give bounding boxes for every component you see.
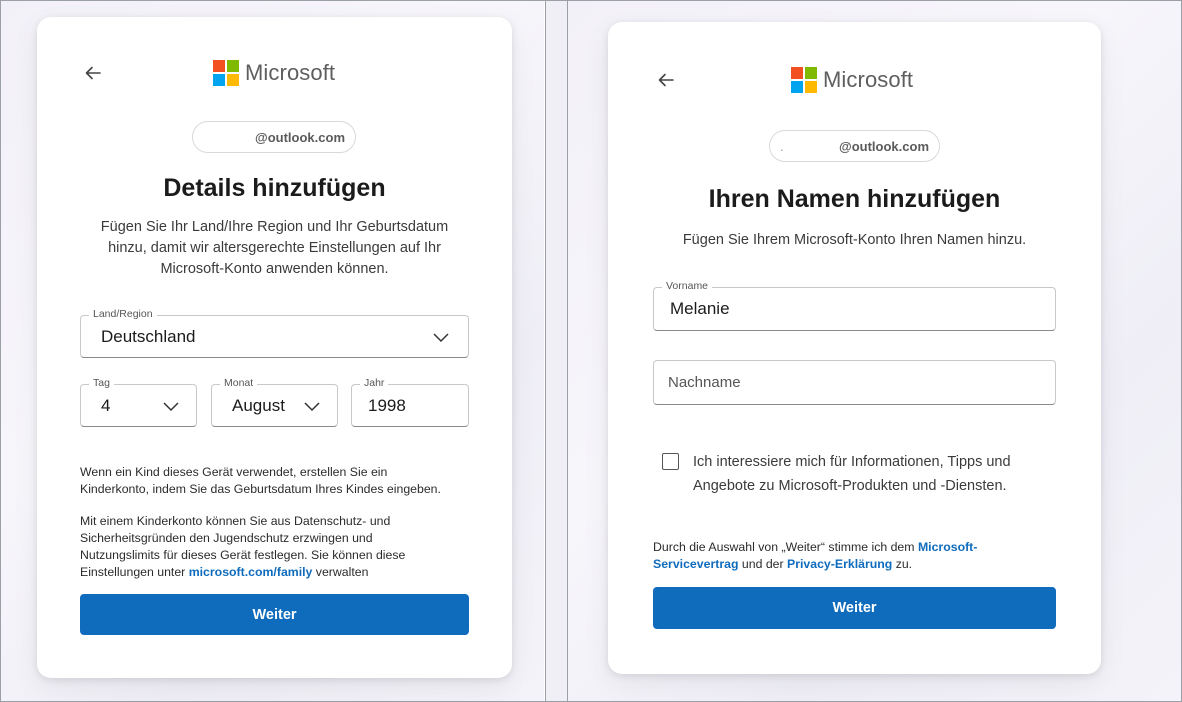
logo-square (791, 81, 803, 93)
checkbox-label-line: Ich interessiere mich für Informationen,… (693, 454, 1011, 470)
logo-square (227, 74, 239, 86)
back-button[interactable] (79, 59, 107, 87)
info-line: Nutzungslimits für dieses Gerät festlege… (80, 548, 406, 562)
arrow-left-icon (85, 66, 101, 80)
email-prefix: . (780, 138, 784, 154)
page-title: Ihren Namen hinzufügen (708, 185, 1001, 213)
info-line: Mit einem Kinderkonto können Sie aus Dat… (80, 514, 391, 528)
marketing-opt-in-checkbox[interactable] (662, 453, 679, 470)
service-agreement-link[interactable]: Servicevertrag (653, 557, 738, 571)
info-line: Sicherheitsgründen den Jugendschutz erzw… (80, 531, 373, 545)
next-button[interactable]: Weiter (80, 594, 469, 635)
month-value: August (232, 395, 285, 415)
year-input[interactable]: Jahr 1998 (351, 377, 469, 427)
month-select[interactable]: Monat August (211, 377, 338, 427)
email-suffix: @outlook.com (255, 129, 345, 145)
brand-name: Microsoft (245, 60, 336, 85)
pane-divider-left (545, 0, 546, 702)
name-card: Microsoft . @outlook.com Ihren Namen hin… (608, 22, 1101, 674)
account-email-pill: @outlook.com (192, 121, 356, 153)
microsoft-logo-icon (791, 67, 817, 93)
privacy-statement-link[interactable]: Privacy-Erklärung (787, 557, 892, 571)
logo-square (805, 81, 817, 93)
brand-name: Microsoft (823, 67, 914, 92)
country-select[interactable]: Land/Region Deutschland (80, 308, 469, 358)
terms-line: Durch die Auswahl von „Weiter“ stimme ic… (653, 539, 1053, 556)
subtitle-line: Microsoft-Konto anwenden können. (160, 261, 389, 277)
terms-text: Durch die Auswahl von „Weiter“ stimme ic… (653, 539, 1053, 573)
chevron-down-icon (304, 401, 320, 411)
details-card: Microsoft @outlook.com Details hinzufüge… (37, 17, 512, 678)
year-label: Jahr (360, 377, 389, 389)
month-label: Monat (220, 377, 258, 389)
arrow-left-icon (658, 73, 674, 87)
logo-square (805, 67, 817, 79)
logo-square (227, 60, 239, 72)
page-title: Details hinzufügen (163, 174, 386, 202)
email-suffix: @outlook.com (839, 138, 929, 154)
microsoft-logo-icon (213, 60, 239, 86)
chevron-down-icon (433, 332, 449, 342)
terms-prefix: Durch die Auswahl von „Weiter“ stimme ic… (653, 540, 918, 554)
marketing-opt-in-label: Ich interessiere mich für Informationen,… (693, 450, 1073, 498)
family-link[interactable]: microsoft.com/family (189, 565, 313, 579)
chevron-down-icon (163, 401, 179, 411)
info-line: Wenn ein Kind dieses Gerät verwendet, er… (80, 465, 388, 479)
page-subtitle: Fügen Sie Ihrem Microsoft-Konto Ihren Na… (682, 232, 1027, 248)
next-button[interactable]: Weiter (653, 587, 1056, 629)
info-text: Einstellungen unter (80, 565, 189, 579)
info-line: Kinderkonto, indem Sie das Geburtsdatum … (80, 482, 441, 496)
checkbox-label-line: Angebote zu Microsoft-Produkten und -Die… (693, 478, 1007, 494)
last-name-field[interactable] (653, 360, 1056, 405)
pane-gap (545, 1, 567, 701)
subtitle-line: Fügen Sie Ihr Land/Ihre Region und Ihr G… (100, 219, 449, 235)
terms-line: Servicevertrag und der Privacy-Erklärung… (653, 556, 1053, 573)
logo-square (213, 74, 225, 86)
day-label: Tag (89, 377, 114, 389)
first-name-label: Vorname (662, 280, 713, 292)
service-agreement-link[interactable]: Microsoft- (918, 540, 977, 554)
child-account-details: Mit einem Kinderkonto können Sie aus Dat… (80, 513, 480, 581)
first-name-field[interactable]: Vorname Melanie (653, 280, 1056, 331)
info-line: Einstellungen unter microsoft.com/family… (80, 564, 480, 581)
logo-square (213, 60, 225, 72)
back-button[interactable] (652, 66, 680, 94)
account-email-pill: . @outlook.com (769, 130, 940, 162)
first-name-value: Melanie (670, 299, 730, 318)
day-value: 4 (101, 395, 111, 415)
logo-square (791, 67, 803, 79)
microsoft-logo: Microsoft (791, 67, 913, 93)
page-subtitle: Fügen Sie Ihr Land/Ihre Region und Ihr G… (67, 217, 482, 280)
microsoft-logo: Microsoft (213, 60, 335, 86)
year-value: 1998 (368, 395, 406, 415)
terms-suffix: zu. (892, 557, 913, 571)
subtitle-line: hinzu, damit wir altersgerechte Einstell… (108, 240, 441, 256)
last-name-input[interactable] (654, 361, 1055, 404)
country-value: Deutschland (101, 326, 196, 346)
terms-middle: und der (738, 557, 788, 571)
day-select[interactable]: Tag 4 (80, 377, 197, 427)
child-account-info: Wenn ein Kind dieses Gerät verwendet, er… (80, 464, 480, 498)
country-label: Land/Region (89, 308, 157, 320)
info-text: verwalten (312, 565, 369, 579)
